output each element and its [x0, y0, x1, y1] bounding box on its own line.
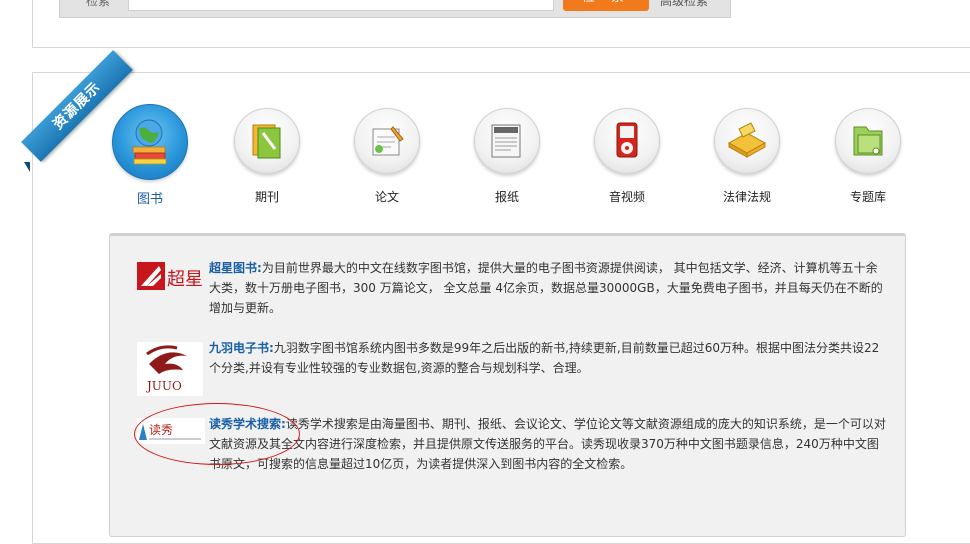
chaoxing-logo[interactable]: 超星: [137, 260, 205, 297]
journal-folder-icon: [234, 108, 300, 174]
duxiu-logo-text: 读秀: [149, 423, 173, 437]
entry-description: 九羽数字图书馆系统内图书多数是99年之后出版的新书,持续更新,目前数量已超过60…: [209, 341, 880, 375]
category-label: 图书: [136, 192, 163, 207]
category-label: 法律法规: [722, 190, 771, 204]
category-label: 论文: [374, 190, 399, 204]
jiuyu-logo[interactable]: JUUO: [137, 342, 203, 399]
category-journals[interactable]: 期刊: [227, 108, 307, 205]
media-player-icon: [594, 108, 660, 174]
category-label: 专题库: [849, 190, 886, 204]
special-folder-icon: [835, 108, 901, 174]
newspaper-icon: [474, 108, 540, 174]
chaoxing-logo-text: 超星: [167, 269, 203, 290]
paper-pen-icon: [354, 108, 420, 174]
category-label: 期刊: [254, 190, 279, 204]
entry-description: 读秀学术搜索是由海量图书、期刊、报纸、会议论文、学位论文等文献资源组成的庞大的知…: [209, 417, 886, 471]
category-media[interactable]: 音视频: [587, 108, 667, 205]
entry-title[interactable]: 超星图书:: [209, 261, 262, 275]
entry-text: 读秀学术搜索:读秀学术搜索是由海量图书、期刊、报纸、会议论文、学位论文等文献资源…: [209, 414, 889, 474]
law-book-icon: [714, 108, 780, 174]
search-label: 检索: [86, 0, 111, 8]
search-input[interactable]: [128, 0, 554, 11]
ribbon-fold: [24, 162, 30, 172]
category-special[interactable]: 专题库: [828, 108, 908, 205]
category-laws[interactable]: 法律法规: [707, 108, 787, 205]
book-globe-icon: [112, 104, 188, 180]
search-bar: 检索 检 索 高级检索: [59, 0, 731, 18]
category-label: 音视频: [608, 190, 645, 204]
category-books[interactable]: 图书: [110, 104, 190, 207]
entry-title[interactable]: 读秀学术搜索:: [209, 417, 286, 431]
entry-description: 为目前世界最大的中文在线数字图书馆，提供大量的电子图书资源提供阅读， 其中包括文…: [209, 261, 883, 315]
duxiu-logo[interactable]: 读秀: [137, 418, 205, 447]
entry-text: 九羽电子书:九羽数字图书馆系统内图书多数是99年之后出版的新书,持续更新,目前数…: [209, 338, 889, 378]
category-label: 报纸: [494, 190, 519, 204]
category-newspapers[interactable]: 报纸: [467, 108, 547, 205]
entry-text: 超星图书:为目前世界最大的中文在线数字图书馆，提供大量的电子图书资源提供阅读， …: [209, 258, 889, 318]
jiuyu-logo-text: JUUO: [145, 379, 182, 393]
category-papers[interactable]: 论文: [347, 108, 427, 205]
entry-title[interactable]: 九羽电子书:: [209, 341, 274, 355]
advanced-search-link[interactable]: 高级检索: [660, 0, 708, 9]
search-button[interactable]: 检 索: [563, 0, 649, 11]
